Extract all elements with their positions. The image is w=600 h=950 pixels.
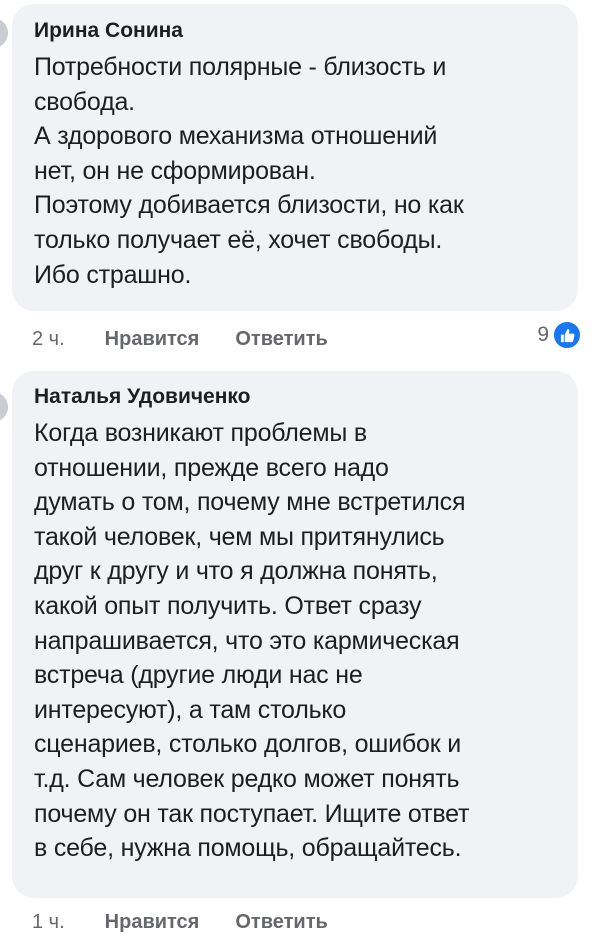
comment-actions: 1 ч. Нравится Ответить (32, 907, 328, 937)
comment-author[interactable]: Наталья Удовиченко (34, 384, 558, 410)
comment-text: Когда возникают проблемы в отношении, пр… (34, 419, 470, 863)
avatar[interactable] (0, 392, 8, 422)
like-button[interactable]: Нравится (105, 911, 200, 934)
reply-button[interactable]: Ответить (235, 328, 327, 351)
reaction-count: 9 (537, 323, 549, 346)
avatar[interactable] (0, 18, 8, 48)
comment-bubble: Наталья Удовиченко Когда возникают пробл… (12, 371, 578, 898)
comment-text: Потребности полярные - близость и свобод… (34, 53, 464, 289)
comment-time[interactable]: 2 ч. (32, 328, 65, 351)
comments-thread: Ирина Сонина Потребности полярные - близ… (0, 0, 600, 950)
comment-author[interactable]: Ирина Сонина (34, 18, 558, 44)
reply-button[interactable]: Ответить (235, 911, 327, 934)
comment-bubble: Ирина Сонина Потребности полярные - близ… (12, 4, 578, 311)
like-button[interactable]: Нравится (105, 328, 200, 351)
comment-actions: 2 ч. Нравится Ответить (32, 324, 328, 354)
reaction-summary[interactable]: 9 (537, 320, 582, 350)
comment-time[interactable]: 1 ч. (32, 911, 65, 934)
thumbs-up-icon (552, 320, 582, 350)
